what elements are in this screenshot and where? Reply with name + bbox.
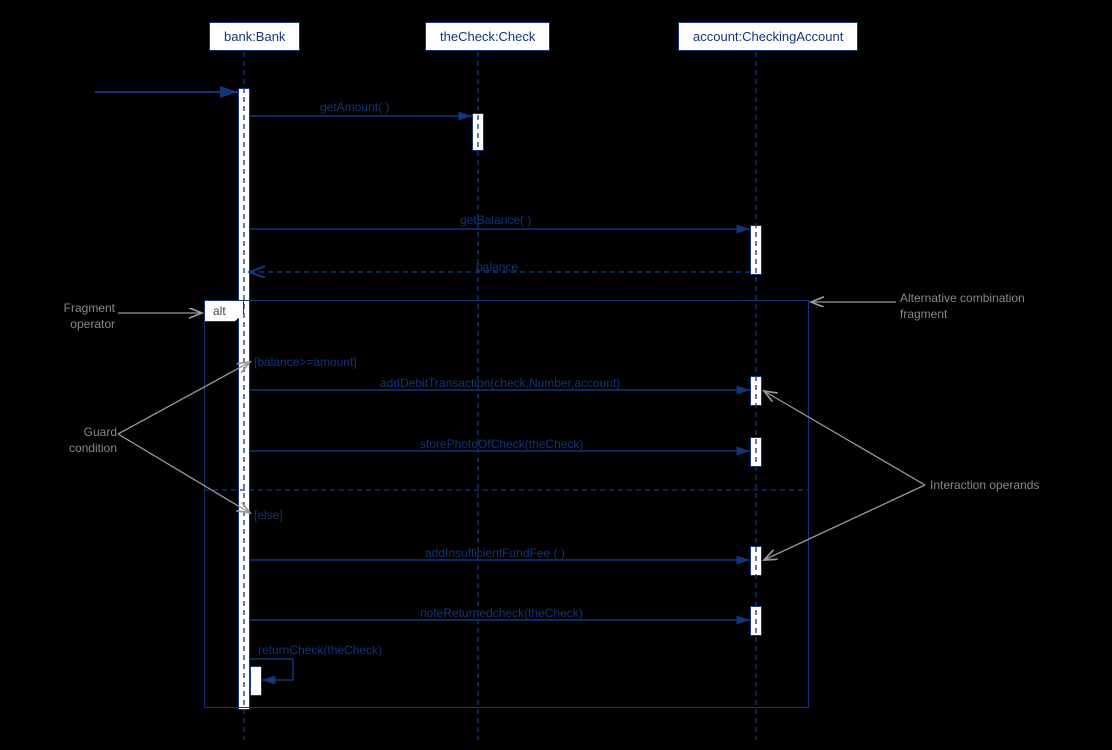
msg-addfee: addInsufficientFundFee ( ) — [425, 546, 565, 560]
lifeline-check: theCheck:Check — [425, 22, 550, 51]
msg-adddebit: addDebitTransaction(check,Number,account… — [380, 376, 620, 390]
activation-account-getbalance — [750, 225, 762, 275]
anno-interaction-operands: Interaction operands — [930, 478, 1039, 492]
alt-operator-label: alt — [213, 304, 226, 318]
msg-storephoto: storePhotoOfCheck(theCheck) — [420, 437, 583, 451]
lifeline-bank-label: bank:Bank — [224, 29, 285, 44]
lifeline-account-label: account:CheckingAccount — [693, 29, 843, 44]
guard-else: [else] — [254, 508, 283, 522]
guard-balance: [balance>=amount] — [254, 355, 357, 369]
lifeline-check-label: theCheck:Check — [440, 29, 535, 44]
lifeline-bank: bank:Bank — [209, 22, 300, 51]
anno-fragment-operator: Fragmentoperator — [25, 301, 115, 332]
guard-else-text: [else] — [254, 508, 283, 522]
anno-alt-fragment: Alternative combinationfragment — [900, 291, 1025, 322]
activation-check-getamount — [472, 113, 484, 151]
msg-balance: balance — [476, 260, 518, 274]
diagram-canvas: bank:Bank theCheck:Check account:Checkin… — [0, 0, 1112, 750]
msg-notereturned: noteReturnedcheck(theCheck) — [420, 606, 583, 620]
lifeline-account: account:CheckingAccount — [678, 22, 858, 51]
msg-returncheck: returnCheck(theCheck) — [258, 643, 382, 657]
anno-guard-condition: Guardcondition — [42, 425, 117, 456]
guard-balance-text: [balance>=amount] — [254, 355, 357, 369]
msg-getbalance: getBalance( ) — [460, 213, 531, 227]
msg-getamount: getAmount( ) — [320, 100, 389, 114]
